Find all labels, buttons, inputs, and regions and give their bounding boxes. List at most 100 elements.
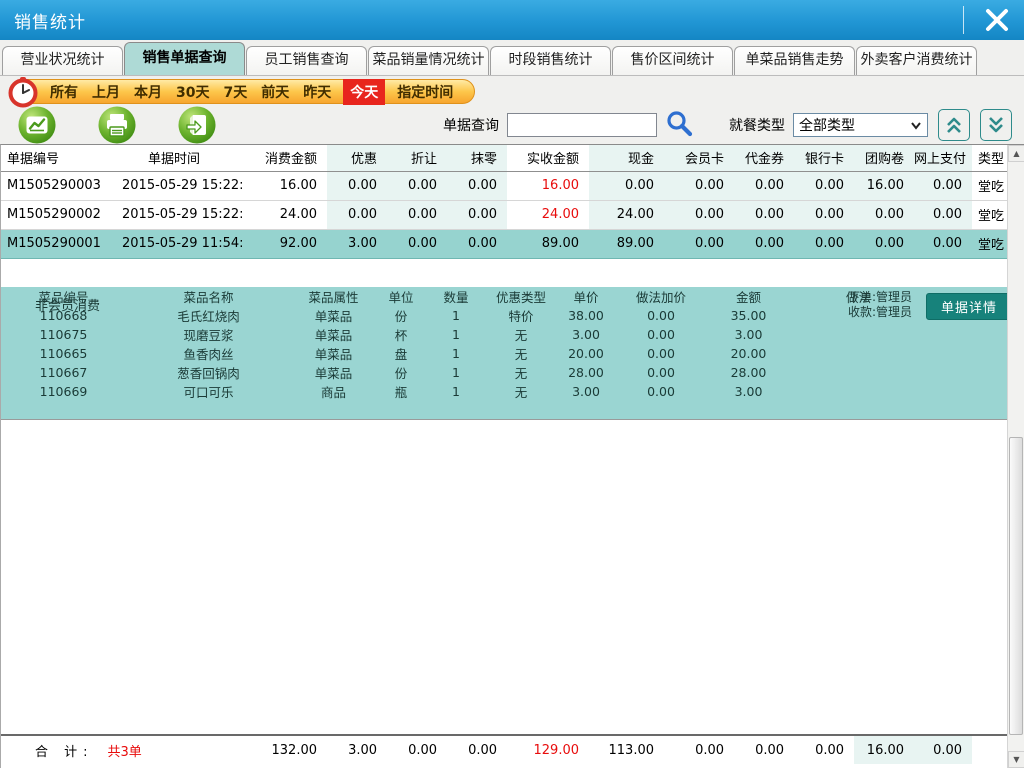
member-status-label: 非会员消费 <box>35 295 100 314</box>
order-cell: 0.00 <box>854 200 914 229</box>
item-cell: 110667 <box>1 363 126 382</box>
search-icon[interactable] <box>665 109 693 141</box>
expand-all-button[interactable] <box>980 109 1012 141</box>
order-cell: 16.00 <box>507 171 589 200</box>
total-cell-3: 3.00 <box>327 736 387 764</box>
scroll-up-arrow[interactable]: ▲ <box>1008 145 1024 162</box>
total-cell-6: 129.00 <box>507 736 589 764</box>
order-detail-button[interactable]: 单据详情 <box>926 293 1012 320</box>
order-cell: 0.00 <box>734 171 794 200</box>
order-row-1[interactable]: M15052900022015-05-29 15:22:2024.000.000… <box>1 200 1007 229</box>
item-cell: 3.00 <box>556 382 616 401</box>
date-filter-3[interactable]: 30天 <box>176 82 209 102</box>
item-cell: 0.00 <box>616 325 706 344</box>
item-column-header-8: 金额 <box>706 287 791 306</box>
date-filter-1[interactable]: 上月 <box>92 82 120 102</box>
order-cell: 0.00 <box>664 171 734 200</box>
column-header-12: 网上支付 <box>914 145 972 171</box>
date-filter-6[interactable]: 昨天 <box>303 82 331 102</box>
item-cell: 无 <box>486 325 556 344</box>
date-filter-row: 所有上月本月 30天 7天前天昨天今天指定时间 <box>0 76 1024 106</box>
item-cell: 份 <box>376 306 426 325</box>
search-input[interactable] <box>507 113 657 137</box>
totals-type-cell <box>972 736 1007 764</box>
close-icon[interactable] <box>980 3 1014 37</box>
order-cell: 0.00 <box>447 171 507 200</box>
date-filter-7[interactable]: 今天 <box>343 79 385 105</box>
item-row-2: 110665鱼香肉丝单菜品盘1无20.000.0020.00 <box>1 344 1007 363</box>
column-header-1: 单据时间 <box>106 145 242 171</box>
item-cell: 1 <box>426 382 486 401</box>
order-cell: 24.00 <box>507 200 589 229</box>
order-cell: 2015-05-29 11:54:06 <box>106 229 242 258</box>
order-detail-panel: 非会员消费 下单:管理员 收款:管理员 单据详情 菜品编号菜品名称菜品属性单位数… <box>1 287 1024 420</box>
column-header-2: 消费金额 <box>242 145 327 171</box>
scrollbar-thumb[interactable] <box>1009 437 1023 735</box>
totals-footer: 合 计:共3单132.003.000.000.00129.00113.000.0… <box>1 734 1024 764</box>
item-cell: 1 <box>426 363 486 382</box>
order-cell: 0.00 <box>734 229 794 258</box>
order-cell: 16.00 <box>242 171 327 200</box>
item-column-header-1: 菜品名称 <box>126 287 291 306</box>
vertical-scrollbar[interactable]: ▲ ▼ <box>1007 145 1024 768</box>
tab-5[interactable]: 售价区间统计 <box>612 46 733 75</box>
item-column-header-4: 数量 <box>426 287 486 306</box>
item-cell: 110675 <box>1 325 126 344</box>
item-row-4: 110669可口可乐商品瓶1无3.000.003.00 <box>1 382 1007 401</box>
item-cell <box>791 325 1007 344</box>
close-area <box>963 0 1014 40</box>
item-cell: 份 <box>376 363 426 382</box>
item-cell: 葱香回锅肉 <box>126 363 291 382</box>
export-button[interactable] <box>178 106 216 144</box>
date-filter-8[interactable]: 指定时间 <box>397 82 453 102</box>
column-header-9: 代金券 <box>734 145 794 171</box>
date-filter-2[interactable]: 本月 <box>134 82 162 102</box>
totals-table: 合 计:共3单132.003.000.000.00129.00113.000.0… <box>1 736 1007 764</box>
printer-button[interactable] <box>98 106 136 144</box>
item-cell: 单菜品 <box>291 363 376 382</box>
order-cell: 堂吃 <box>972 171 1007 200</box>
order-cell: 0.00 <box>664 229 734 258</box>
clock-icon <box>7 76 39 108</box>
tab-4[interactable]: 时段销售统计 <box>490 46 611 75</box>
chevron-down-icon <box>909 118 923 136</box>
meal-type-select[interactable]: 全部类型 <box>793 113 928 137</box>
line-chart-button[interactable] <box>18 106 56 144</box>
column-header-3: 优惠 <box>327 145 387 171</box>
order-cell: 2015-05-29 15:22:27 <box>106 171 242 200</box>
orders-header-row: 单据编号单据时间消费金额优惠折让抹零实收金额现金会员卡代金券银行卡团购卷网上支付… <box>1 145 1007 171</box>
window-title: 销售统计 <box>14 8 86 33</box>
date-filter-0[interactable]: 所有 <box>50 82 78 102</box>
item-cell: 单菜品 <box>291 344 376 363</box>
order-cell: 0.00 <box>387 229 447 258</box>
date-filter-5[interactable]: 前天 <box>261 82 289 102</box>
order-cell: 89.00 <box>507 229 589 258</box>
item-cell: 特价 <box>486 306 556 325</box>
tab-6[interactable]: 单菜品销售走势 <box>734 46 855 75</box>
order-cell: M1505290001 <box>1 229 106 258</box>
collapse-all-button[interactable] <box>938 109 970 141</box>
item-cell: 毛氏红烧肉 <box>126 306 291 325</box>
order-cell: 0.00 <box>734 200 794 229</box>
order-operator: 下单:管理员 <box>848 290 912 305</box>
tab-1[interactable]: 销售单据查询 <box>124 42 245 75</box>
scroll-down-arrow[interactable]: ▼ <box>1008 751 1024 768</box>
tab-3[interactable]: 菜品销量情况统计 <box>368 46 489 75</box>
cashier-operator: 收款:管理员 <box>848 305 912 320</box>
order-row-2[interactable]: M15052900012015-05-29 11:54:0692.003.000… <box>1 229 1007 258</box>
item-cell: 20.00 <box>556 344 616 363</box>
item-cell: 0.00 <box>616 382 706 401</box>
item-cell: 0.00 <box>616 344 706 363</box>
tab-0[interactable]: 营业状况统计 <box>2 46 123 75</box>
item-cell: 无 <box>486 363 556 382</box>
date-filter-4[interactable]: 7天 <box>223 82 247 102</box>
toolbar: 单据查询 就餐类型 全部类型 <box>0 106 1024 144</box>
item-cell: 35.00 <box>706 306 791 325</box>
order-row-0[interactable]: M15052900032015-05-29 15:22:2716.000.000… <box>1 171 1007 200</box>
tab-2[interactable]: 员工销售查询 <box>246 46 367 75</box>
totals-count: 共3单 <box>108 745 142 760</box>
tab-7[interactable]: 外卖客户消费统计 <box>856 46 977 75</box>
order-cell: 0.00 <box>327 171 387 200</box>
order-cell: 堂吃 <box>972 200 1007 229</box>
item-cell: 无 <box>486 344 556 363</box>
